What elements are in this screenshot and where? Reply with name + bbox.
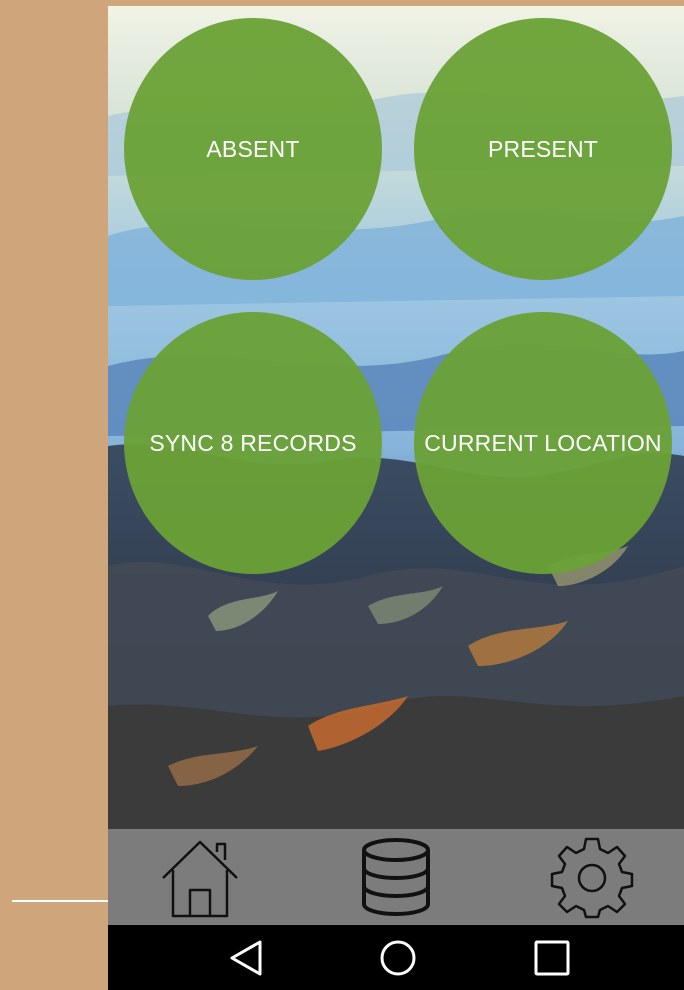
- bottom-navigation-bar: [108, 829, 684, 925]
- divider-line: [12, 900, 108, 902]
- system-navigation-bar: [108, 925, 684, 990]
- left-margin: [0, 0, 108, 990]
- app-screen: ABSENT PRESENT SYNC 8 RECORDS CURRENT LO…: [108, 6, 684, 925]
- current-location-button[interactable]: CURRENT LOCATION: [414, 312, 672, 574]
- home-icon[interactable]: [154, 833, 246, 921]
- gear-icon[interactable]: [546, 833, 638, 921]
- back-icon[interactable]: [216, 937, 276, 979]
- present-button[interactable]: PRESENT: [414, 18, 672, 280]
- database-icon[interactable]: [350, 833, 442, 921]
- home-circle-icon[interactable]: [368, 937, 428, 979]
- sync-records-button[interactable]: SYNC 8 RECORDS: [124, 312, 382, 574]
- recents-icon[interactable]: [522, 937, 582, 979]
- absent-button[interactable]: ABSENT: [124, 18, 382, 280]
